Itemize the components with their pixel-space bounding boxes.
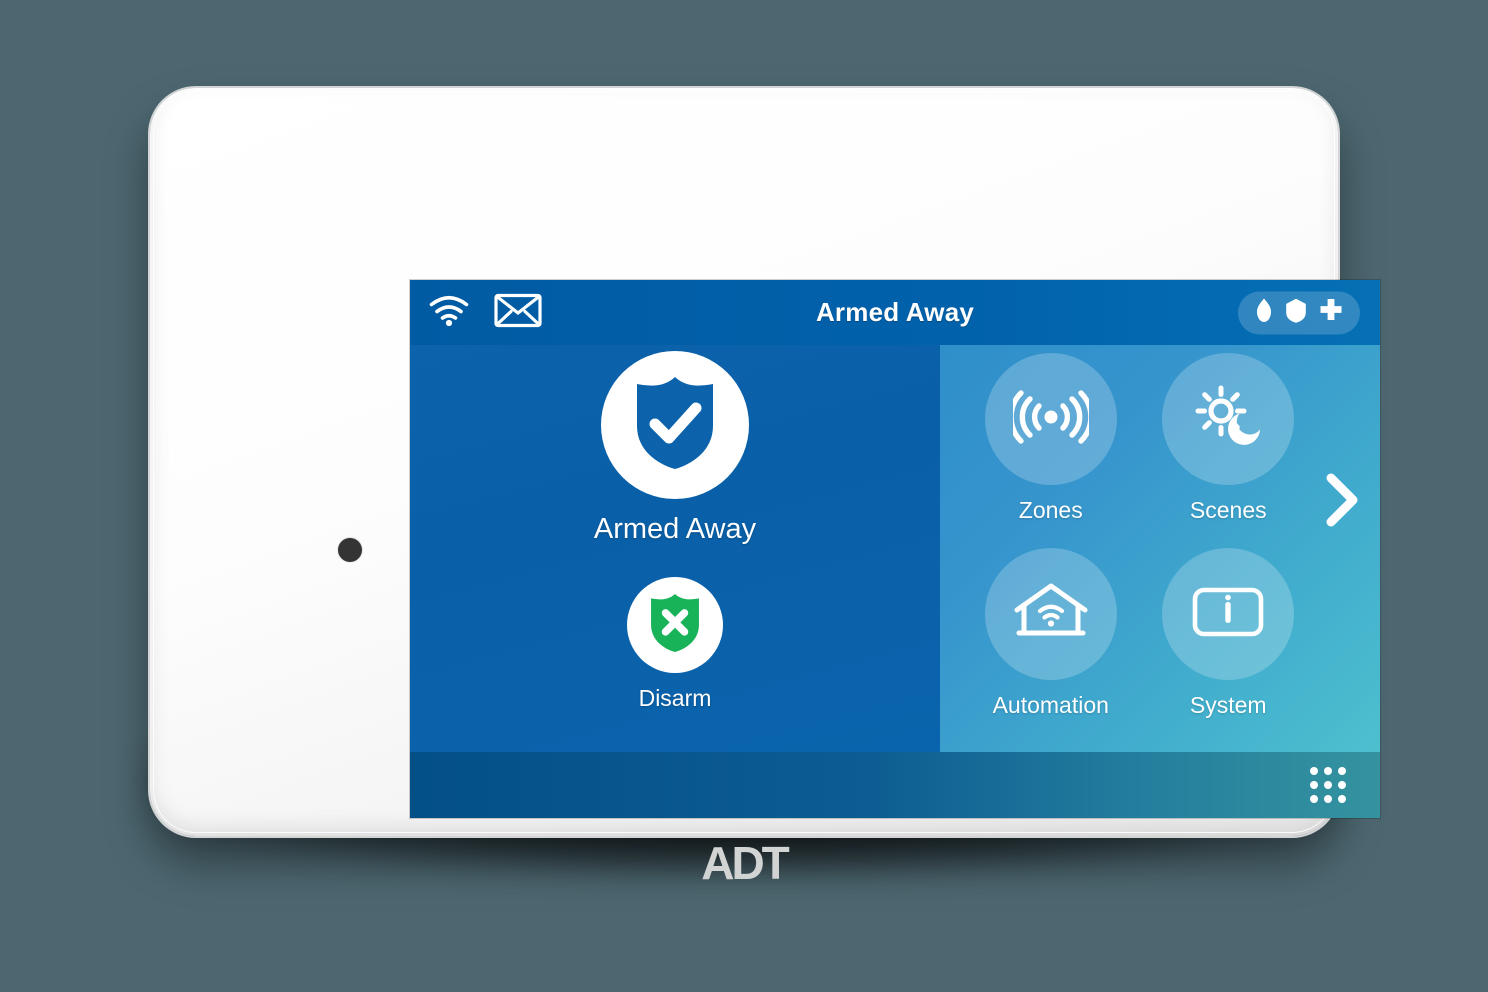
tile-zones-label: Zones [1018,497,1083,523]
keypad-dot [1338,795,1346,803]
adt-command-panel-device: ADT Armed Away Armed Away Disarm Zones S… [150,88,1380,889]
screenshot-root: ADT Armed Away Armed Away Disarm Zones S… [0,0,1488,992]
keypad-dot [1310,795,1318,803]
keypad-grid-icon[interactable] [1310,767,1346,803]
feature-tiles-grid: Zones Scenes Automation System [962,353,1317,743]
armed-away-label: Armed Away [593,513,757,545]
camera-dot [338,538,362,562]
disarm-label: Disarm [638,685,712,711]
keypad-dot [1310,767,1318,775]
keypad-dot [1324,795,1332,803]
status-bar: Armed Away [410,280,1380,345]
tile-scenes[interactable]: Scenes [1140,353,1318,548]
disarm-button[interactable]: Disarm [560,577,790,712]
medical-plus-icon[interactable] [1318,297,1344,328]
emergency-panic-buttons[interactable] [1238,291,1360,334]
tile-automation[interactable]: Automation [962,548,1140,743]
next-page-button[interactable] [1320,473,1364,531]
shield-x-icon [646,592,704,659]
armed-away-status-button[interactable]: Armed Away [560,351,790,546]
tile-system[interactable]: System [1140,548,1318,743]
arming-panel: Armed Away Disarm [410,345,940,752]
shield-check-icon [629,374,721,477]
keypad-dot [1338,781,1346,789]
tile-scenes-label: Scenes [1189,497,1267,523]
fire-flame-icon[interactable] [1254,297,1274,328]
armed-away-icon-circle [601,351,749,499]
keypad-dot [1338,767,1346,775]
status-bar-right [1238,291,1360,334]
zones-icon-circle [984,353,1117,485]
bottom-toolbar [410,752,1380,818]
screen-content: Armed Away Disarm Zones Scenes Automatio… [410,345,1380,752]
sun-moon-icon [1192,384,1264,455]
tile-zones[interactable]: Zones [962,353,1140,548]
keypad-dot [1324,767,1332,775]
info-box-icon [1192,587,1264,642]
automation-icon-circle [984,548,1117,680]
keypad-dot [1324,781,1332,789]
police-badge-icon[interactable] [1284,297,1308,328]
chevron-right-icon [1325,473,1359,532]
keypad-dot [1310,781,1318,789]
scenes-icon-circle [1162,353,1295,485]
page-title: Armed Away [815,297,975,327]
disarm-icon-circle [627,577,723,673]
tile-automation-label: Automation [992,692,1109,718]
feature-tiles-panel: Zones Scenes Automation System [940,345,1380,752]
tile-system-label: System [1189,692,1267,718]
home-wifi-icon [1012,581,1090,648]
adt-brand-logo: ADT [701,837,790,889]
touchscreen-display: Armed Away Armed Away Disarm Zones Scene… [410,280,1380,818]
system-icon-circle [1162,548,1295,680]
motion-sensor-icon [1008,389,1094,450]
